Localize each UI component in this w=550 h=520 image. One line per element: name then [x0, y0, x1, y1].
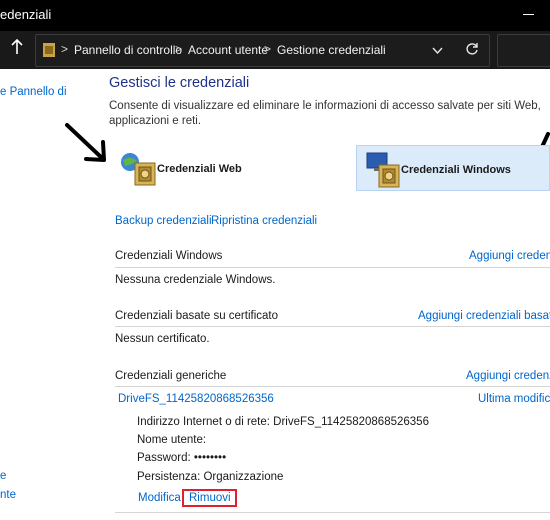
divider: [115, 512, 550, 513]
add-generic-credential-link[interactable]: Aggiungi credenz: [466, 370, 550, 382]
windows-credentials-icon: [366, 152, 400, 188]
remove-credential-link[interactable]: Rimuovi: [189, 492, 231, 504]
credential-item-name[interactable]: DriveFS_11425820868526356: [118, 393, 274, 405]
divider: [115, 267, 550, 268]
credential-address-value: DriveFS_11425820868526356: [273, 416, 429, 428]
search-input[interactable]: [497, 34, 550, 67]
category-web-label: Credenziali Web: [157, 163, 242, 175]
breadcrumb-control-panel[interactable]: Pannello di controllo: [74, 43, 182, 57]
breadcrumb-separator: >: [61, 42, 69, 56]
restore-credentials-link[interactable]: Ripristina credenziali: [211, 215, 317, 227]
credential-username-label: Nome utente:: [137, 434, 207, 446]
add-windows-credential-link[interactable]: Aggiungi credenz: [469, 250, 550, 262]
windows-credentials-empty: Nessuna credenziale Windows.: [115, 274, 276, 286]
sidebar-link[interactable]: nte: [0, 489, 16, 501]
up-arrow-icon[interactable]: [7, 38, 27, 59]
certificate-credentials-header: Credenziali basate su certificato: [115, 310, 278, 322]
backup-credentials-link[interactable]: Backup credenziali: [115, 215, 212, 227]
page-description: Consente di visualizzare ed eliminare le…: [109, 100, 541, 127]
certificate-credentials-empty: Nessun certificato.: [115, 333, 210, 345]
refresh-icon[interactable]: [464, 42, 480, 58]
windows-credentials-header: Credenziali Windows: [115, 250, 223, 262]
credential-password-label: Password:: [137, 452, 191, 464]
credential-password-value: ••••••••: [193, 452, 227, 464]
control-panel-icon: [43, 43, 55, 57]
credential-persistence-value: Organizzazione: [203, 471, 284, 483]
address-box[interactable]: > Pannello di controllo > Account utente…: [35, 34, 490, 67]
window-title: edenziali: [0, 7, 52, 22]
annotation-arrow-icon: [65, 123, 106, 162]
sidebar-link[interactable]: e: [0, 470, 6, 482]
web-credentials-icon: [121, 153, 156, 186]
breadcrumb-separator: >: [175, 42, 183, 56]
category-windows-credentials[interactable]: Credenziali Windows: [356, 145, 550, 191]
category-windows-label: Credenziali Windows: [401, 164, 511, 176]
minimize-button[interactable]: [523, 14, 534, 15]
credential-persistence-row: Persistenza: Organizzazione: [137, 471, 283, 483]
generic-credentials-header: Credenziali generiche: [115, 370, 227, 382]
category-web-credentials[interactable]: Credenziali Web: [117, 145, 277, 191]
edit-credential-link[interactable]: Modifica: [138, 492, 181, 504]
chevron-down-icon[interactable]: [431, 44, 444, 57]
page-title: Gestisci le credenziali: [109, 75, 250, 91]
divider: [115, 386, 550, 387]
breadcrumb-user-accounts[interactable]: Account utente: [188, 43, 268, 57]
add-certificate-credential-link[interactable]: Aggiungi credenziali basate: [418, 310, 550, 322]
credential-address-label: Indirizzo Internet o di rete:: [137, 416, 270, 428]
sidebar-link-control-panel-home[interactable]: e Pannello di: [0, 86, 67, 98]
address-bar: > Pannello di controllo > Account utente…: [0, 31, 550, 69]
title-bar: edenziali: [0, 0, 550, 31]
breadcrumb-credential-manager[interactable]: Gestione credenziali: [277, 43, 386, 57]
divider: [115, 326, 550, 327]
credential-password-row: Password: ••••••••: [137, 452, 226, 464]
credential-last-modified[interactable]: Ultima modifica: [478, 393, 550, 405]
credential-persistence-label: Persistenza:: [137, 471, 201, 483]
breadcrumb-separator: >: [264, 42, 272, 56]
credential-address-row: Indirizzo Internet o di rete: DriveFS_11…: [137, 416, 429, 428]
